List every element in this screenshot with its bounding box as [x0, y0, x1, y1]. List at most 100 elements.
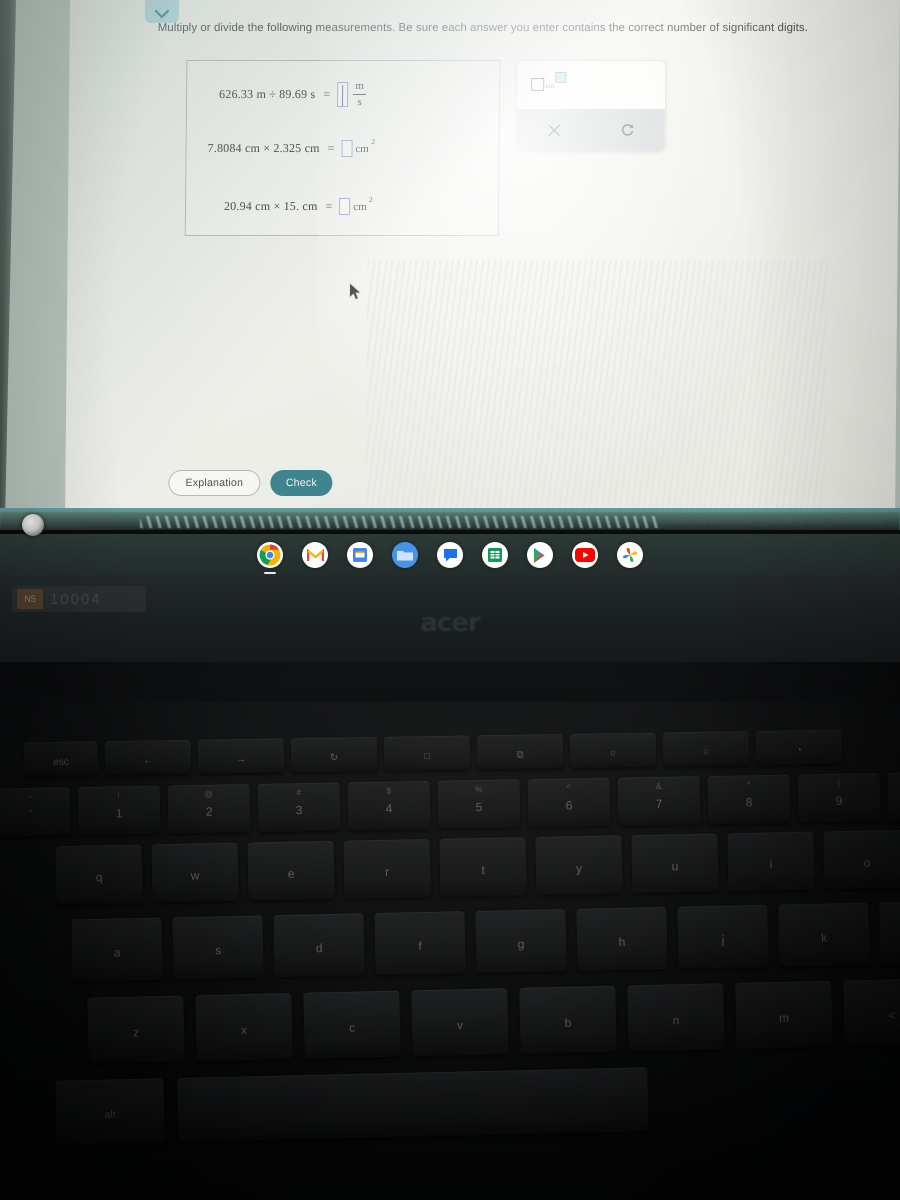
key-back[interactable]: ← — [104, 739, 192, 776]
folder-glyph — [397, 551, 413, 561]
key-i[interactable]: i — [727, 831, 815, 892]
keyboard-function-row: esc ← → ↻ □ ⧉ ○ ○ ◔ — [23, 729, 843, 777]
expression-3: 20.94 cm × 15. cm — [223, 199, 318, 213]
key-fullscreen[interactable]: □ — [383, 735, 471, 771]
key-v[interactable]: v — [411, 988, 509, 1057]
key-1[interactable]: ! 1 — [77, 785, 161, 836]
sheets-glyph — [488, 548, 502, 562]
check-button[interactable]: Check — [270, 470, 333, 496]
unit-2: cm 2 — [355, 137, 375, 155]
explanation-button[interactable]: Explanation — [168, 470, 261, 496]
laptop-screen: Multiply or divide the following measure… — [0, 0, 900, 530]
gmail-icon[interactable] — [302, 542, 328, 568]
key-3[interactable]: #3 — [257, 782, 341, 832]
keyboard-row-a: a s d f g h j k l — [71, 900, 900, 982]
keypad-action-row — [516, 109, 665, 151]
base-placeholder-box — [531, 78, 545, 91]
chromeos-shelf — [0, 534, 900, 576]
clear-button[interactable] — [517, 123, 591, 138]
key-brightness-up[interactable]: ○ — [662, 731, 750, 767]
chrome-icon[interactable] — [257, 542, 283, 574]
keyboard-bottom-row: alt — [55, 1067, 649, 1145]
photo-of-chromebook-screen: Multiply or divide the following measure… — [0, 0, 900, 1200]
key-grave[interactable]: ~ ` — [0, 787, 71, 837]
files-icon[interactable] — [392, 542, 418, 568]
sheets-icon[interactable] — [482, 542, 508, 568]
key-z[interactable]: z — [87, 995, 185, 1064]
keyboard-row-z: z x c v b n m < — [87, 978, 900, 1064]
fraction-bar-1 — [353, 94, 367, 95]
x10-label: x10 — [545, 84, 555, 90]
key-g[interactable]: g — [475, 909, 567, 973]
slides-icon[interactable] — [347, 542, 373, 568]
key-f[interactable]: f — [374, 911, 466, 976]
undo-icon — [621, 124, 634, 136]
key-x[interactable]: x — [195, 993, 293, 1062]
key-k[interactable]: k — [778, 902, 870, 967]
key-7[interactable]: & 7 — [617, 776, 701, 826]
undo-button[interactable] — [591, 122, 665, 138]
expression-2: 7.8084 cm × 2.325 cm — [207, 141, 320, 155]
key-u[interactable]: u — [631, 833, 719, 894]
key-mute[interactable]: ◔ — [755, 729, 843, 765]
key-alt[interactable]: alt — [55, 1078, 165, 1145]
key-s[interactable]: s — [172, 915, 264, 980]
key-reload[interactable]: ↻ — [290, 736, 378, 773]
answer-input-2[interactable] — [341, 140, 353, 157]
key-o[interactable]: o — [823, 829, 900, 890]
unit-exponent-2: 2 — [371, 136, 376, 146]
laptop-bezel: N5 10004 acer — [0, 514, 900, 662]
unit-denominator-1: s — [357, 96, 362, 108]
key-e[interactable]: e — [247, 840, 335, 901]
key-2[interactable]: @2 — [167, 784, 251, 834]
keyboard-row-q: q w e r t y u i o — [55, 829, 900, 905]
key-space[interactable] — [177, 1067, 649, 1142]
key-esc[interactable]: esc — [23, 741, 99, 777]
key-5[interactable]: % 5 — [437, 779, 521, 829]
photos-icon[interactable] — [617, 542, 643, 568]
key-b[interactable]: b — [519, 985, 617, 1054]
key-l[interactable]: l — [879, 900, 900, 965]
chat-icon[interactable] — [437, 542, 463, 568]
key-0[interactable]: )0 — [887, 771, 900, 821]
key-q[interactable]: q — [55, 844, 143, 905]
pinwheel-glyph — [623, 548, 637, 562]
key-j[interactable]: j — [677, 904, 769, 969]
key-comma[interactable]: < — [843, 978, 900, 1047]
key-brightness-down[interactable]: ○ — [569, 732, 657, 768]
youtube-icon[interactable] — [572, 542, 598, 568]
brand-logo: acer — [420, 608, 480, 638]
key-a[interactable]: a — [71, 917, 163, 982]
exponent-placeholder-box — [555, 72, 567, 83]
collapse-panel-button[interactable] — [144, 0, 180, 23]
key-t[interactable]: t — [439, 837, 527, 897]
unit-3: cm 2 — [353, 195, 373, 213]
key-4[interactable]: $4 — [347, 780, 431, 831]
key-m[interactable]: m — [735, 980, 833, 1049]
key-9[interactable]: (9 — [797, 773, 881, 823]
key-n[interactable]: n — [627, 983, 725, 1052]
youtube-glyph — [575, 548, 595, 562]
key-h[interactable]: h — [576, 906, 668, 971]
key-d[interactable]: d — [273, 913, 365, 978]
key-8[interactable]: * 8 — [707, 774, 791, 825]
unit-label-2: cm — [355, 142, 369, 155]
gmail-glyph — [306, 548, 324, 561]
key-w[interactable]: w — [151, 842, 239, 903]
key-r[interactable]: r — [343, 839, 431, 899]
key-y[interactable]: y — [535, 835, 623, 895]
active-indicator — [264, 572, 276, 574]
answer-input-1[interactable] — [336, 82, 349, 107]
key-6[interactable]: ^ 6 — [527, 777, 611, 828]
key-c[interactable]: c — [303, 990, 401, 1059]
answer-input-3[interactable] — [339, 198, 351, 215]
play-store-icon[interactable] — [527, 542, 553, 568]
key-overview[interactable]: ⧉ — [476, 733, 564, 770]
chevron-down-icon — [154, 9, 169, 19]
key-forward[interactable]: → — [197, 738, 285, 774]
problem-row-1: 626.33 m ÷ 89.69 s = m s — [219, 80, 367, 108]
equals-sign-3: = — [325, 199, 333, 213]
keyboard-number-row: ~` !1 @2 #3 $4 %5 ^6 &7 *8 (9 )0 — [0, 771, 900, 837]
expression-1: 626.33 m ÷ 89.69 s — [219, 87, 316, 101]
scientific-notation-button[interactable]: x10 — [531, 72, 571, 94]
